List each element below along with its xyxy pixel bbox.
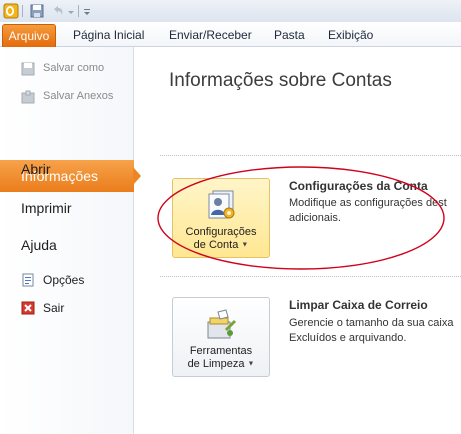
annotation-ellipse — [157, 166, 445, 270]
